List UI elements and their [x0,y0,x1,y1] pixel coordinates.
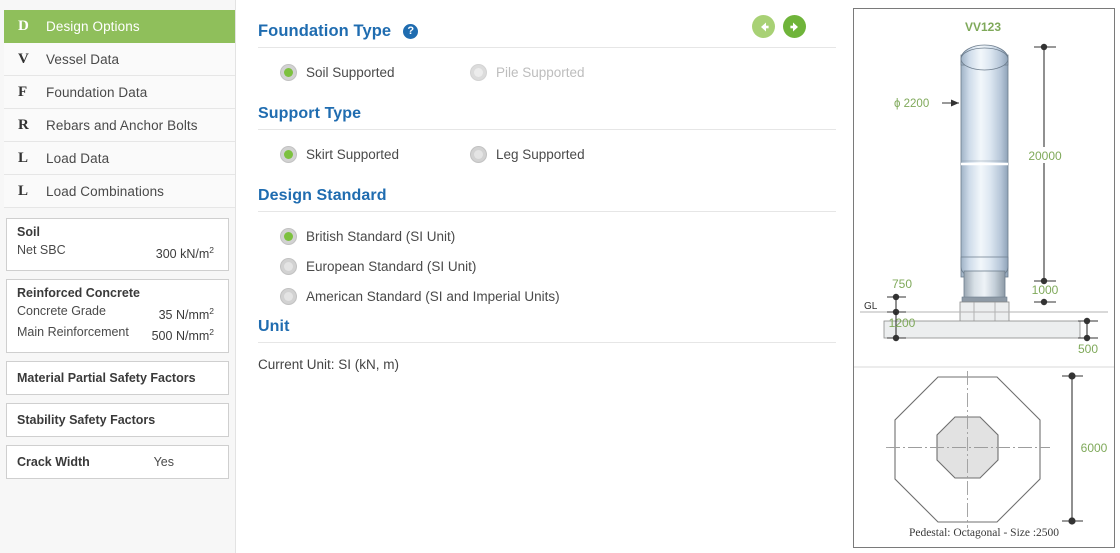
sidebar-item-letter: R [18,116,29,133]
dim-footing-width: 6000 [1081,441,1108,455]
unit-title: Unit [258,318,290,335]
radio-indicator [470,146,487,163]
sidebar-item-label: Rebars and Anchor Bolts [46,117,198,133]
radio-indicator [280,64,297,81]
panel-value: Yes [153,455,174,470]
radio-indicator [280,228,297,245]
panel-row-value-exponent: 2 [209,306,214,317]
panel-row-value: 35 N/mm2 [159,303,218,324]
sidebar-item-letter: D [18,17,29,34]
radio-indicator [470,64,487,81]
page-title: Foundation Type [258,22,392,40]
design-standard-title: Design Standard [258,187,387,204]
panel-title: Material Partial Safety Factors [17,371,196,386]
foundation-type-options: Soil Supported Pile Supported [280,64,836,81]
radio-label: British Standard (SI Unit) [306,229,456,244]
sidebar-item-label: Vessel Data [46,51,120,67]
radio-label: Leg Supported [496,147,585,162]
sidebar-item-rebars-and-anchor-bolts[interactable]: R Rebars and Anchor Bolts [4,109,235,142]
panel-row-value-exponent: 2 [209,327,214,338]
previous-page-button[interactable] [752,15,775,38]
panel-title: Soil [17,225,40,239]
panel-stability-safety-factors[interactable]: Stability Safety Factors [6,403,229,438]
dim-pedestal-above-gl: 750 [892,277,912,291]
radio-soil-supported[interactable]: Soil Supported [280,64,470,81]
unit-header: Unit [258,318,836,343]
panel-row-value-text: 300 kN/m [155,247,210,262]
dim-pedestal-below-gl: 1200 [889,316,916,330]
next-page-button[interactable] [783,15,806,38]
sidebar-item-label: Load Combinations [46,183,165,199]
panel-row-label: Net SBC [17,243,66,257]
radio-label: American Standard (SI and Imperial Units… [306,289,560,304]
sidebar-item-letter: F [18,83,28,100]
panel-row-value-exponent: 2 [209,245,214,255]
sidebar: D Design Options V Vessel Data F Foundation D… [0,0,236,553]
sidebar-nav: D Design Options V Vessel Data F Foundation D… [0,10,235,208]
sidebar-item-letter: V [18,50,29,67]
radio-label: European Standard (SI Unit) [306,259,477,274]
radio-american-standard[interactable]: American Standard (SI and Imperial Units… [280,288,836,305]
radio-pile-supported: Pile Supported [470,64,585,81]
panel-title: Crack Width [17,455,90,470]
vessel-tag-label: VV123 [965,20,1001,34]
panel-row: Main Reinforcement 500 N/mm2 [17,324,218,345]
radio-label: Skirt Supported [306,147,400,162]
design-standard-header: Design Standard [258,187,836,212]
panel-row-value-text: 500 N/mm [151,329,210,344]
help-icon[interactable]: ? [403,24,419,39]
panel-row-label: Main Reinforcement [17,325,129,340]
vessel-drawing-panel: VV123 GL ϕ 2200 20000 1000 500 750 1200 … [853,8,1115,548]
support-type-title: Support Type [258,105,362,122]
support-type-options: Skirt Supported Leg Supported [280,146,836,163]
panel-row: Concrete Grade 35 N/mm2 [17,303,218,324]
panel-title: Reinforced Concrete [17,286,140,301]
radio-indicator [280,288,297,305]
sidebar-item-load-combinations[interactable]: L Load Combinations [4,175,235,208]
panel-material-partial-safety-factors[interactable]: Material Partial Safety Factors [6,361,229,396]
radio-british-standard[interactable]: British Standard (SI Unit) [280,228,836,245]
drawing-caption: Pedestal: Octagonal - Size :2500 [908,527,1060,539]
settings-form: Foundation Type ? Soil Supported Pile Su… [258,15,836,372]
panel-crack-width[interactable]: Crack Width Yes [6,445,229,480]
radio-leg-supported[interactable]: Leg Supported [470,146,585,163]
dim-footing-thickness: 500 [1078,342,1098,356]
vessel-drawing: VV123 GL ϕ 2200 20000 1000 500 750 1200 … [854,20,1114,528]
panel-soil[interactable]: Soil Net SBC 300 kN/m2 [6,218,229,272]
sidebar-item-label: Load Data [46,150,110,166]
sidebar-item-label: Design Options [46,18,140,34]
foundation-type-header: Foundation Type ? [258,15,836,48]
panel-reinforced-concrete[interactable]: Reinforced Concrete Concrete Grade 35 N/mm… [6,279,229,354]
panel-row-value: 500 N/mm2 [152,324,218,345]
ground-level-label: GL [864,301,878,312]
sidebar-item-label: Foundation Data [46,84,148,100]
pager-controls [752,15,806,38]
design-standard-options: British Standard (SI Unit) European Stan… [258,228,836,305]
panel-title: Stability Safety Factors [17,413,156,428]
dim-skirt-height: 1000 [1032,283,1059,297]
panel-row-value-text: 35 N/mm [158,308,210,323]
sidebar-item-foundation-data[interactable]: F Foundation Data [4,76,235,109]
sidebar-item-vessel-data[interactable]: V Vessel Data [4,43,235,76]
radio-indicator [280,258,297,275]
panel-row: Net SBC 300 kN/m2 [17,242,218,263]
radio-european-standard[interactable]: European Standard (SI Unit) [280,258,836,275]
panel-row-value: 300 kN/m2 [156,242,218,263]
dim-vessel-height: 20000 [1028,149,1062,163]
sidebar-item-design-options[interactable]: D Design Options [4,10,235,43]
vessel-diameter-label: ϕ 2200 [894,98,929,110]
sidebar-item-letter: L [18,149,29,166]
support-type-header: Support Type [258,105,836,130]
sidebar-item-load-data[interactable]: L Load Data [4,142,235,175]
sidebar-summary-panels: Soil Net SBC 300 kN/m2 Reinforced Concrete C… [0,208,235,480]
sidebar-item-letter: L [18,182,29,199]
radio-indicator [280,146,297,163]
radio-skirt-supported[interactable]: Skirt Supported [280,146,470,163]
panel-row-label: Concrete Grade [17,304,106,319]
radio-label: Soil Supported [306,65,395,80]
current-unit-text: Current Unit: SI (kN, m) [258,357,400,372]
radio-label: Pile Supported [496,65,585,80]
app-root: D Design Options V Vessel Data F Foundation D… [0,0,1120,553]
